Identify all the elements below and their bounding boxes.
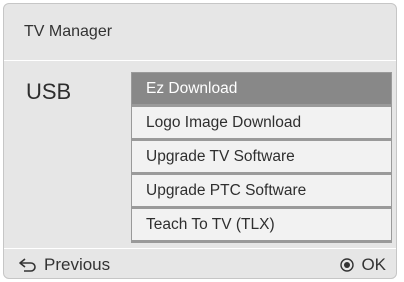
menu-item-upgrade-ptc-software[interactable]: Upgrade PTC Software bbox=[132, 175, 391, 206]
previous-label: Previous bbox=[44, 254, 111, 274]
section-label: USB bbox=[26, 79, 72, 104]
panel-title: TV Manager bbox=[4, 4, 396, 60]
menu-item-teach-to-tv[interactable]: Teach To TV (TLX) bbox=[132, 209, 391, 240]
menu-item-ez-download[interactable]: Ez Download bbox=[132, 73, 391, 104]
menu-item-label: Logo Image Download bbox=[146, 113, 302, 131]
menu-item-logo-image-download[interactable]: Logo Image Download bbox=[132, 107, 391, 138]
menu-item-label: Upgrade TV Software bbox=[146, 147, 295, 165]
previous-button[interactable]: Previous bbox=[18, 255, 110, 275]
return-arrow-icon bbox=[18, 257, 38, 273]
menu-item-label: Teach To TV (TLX) bbox=[146, 215, 275, 233]
ok-label: OK bbox=[361, 254, 386, 274]
ok-button[interactable]: OK bbox=[339, 255, 386, 275]
usb-menu: Ez Download Logo Image Download Upgrade … bbox=[131, 72, 392, 243]
ok-circle-icon bbox=[339, 257, 355, 273]
title-divider bbox=[4, 60, 396, 61]
menu-item-label: Upgrade PTC Software bbox=[146, 181, 307, 199]
footer-bar: Previous OK bbox=[4, 249, 396, 278]
menu-item-upgrade-tv-software[interactable]: Upgrade TV Software bbox=[132, 141, 391, 172]
panel-title-text: TV Manager bbox=[24, 23, 113, 40]
menu-item-label: Ez Download bbox=[146, 79, 238, 97]
tv-manager-panel: TV Manager USB Ez Download Logo Image Do… bbox=[3, 3, 397, 279]
